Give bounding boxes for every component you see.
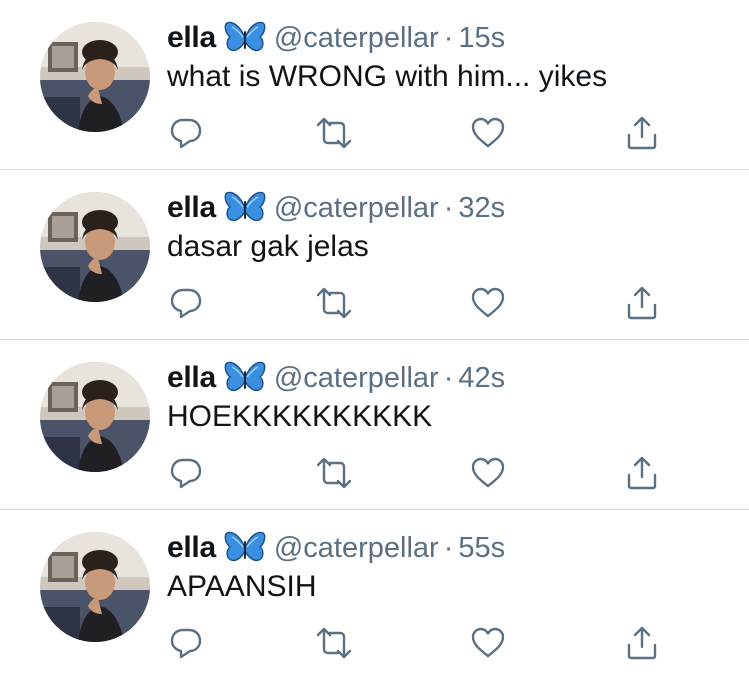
heart-icon	[471, 287, 505, 318]
reply-button[interactable]	[168, 625, 204, 661]
retweet-icon	[316, 457, 352, 489]
like-button[interactable]	[470, 115, 506, 151]
display-name[interactable]: ella	[167, 21, 216, 55]
reply-button[interactable]	[168, 455, 204, 491]
tweet[interactable]: ella @caterpellar · 42s HOEKKKKKKKKKK	[0, 340, 749, 510]
separator-dot: ·	[443, 361, 454, 394]
action-bar	[168, 625, 668, 665]
butterfly-icon	[224, 191, 266, 225]
action-bar	[168, 455, 668, 495]
reply-button[interactable]	[168, 115, 204, 151]
display-name[interactable]: ella	[167, 361, 216, 395]
tweet[interactable]: ella @caterpellar · 32s dasar gak jelas	[0, 170, 749, 340]
butterfly-icon	[224, 361, 266, 395]
retweet-button[interactable]	[316, 455, 352, 491]
reply-icon	[170, 288, 202, 319]
action-bar	[168, 115, 668, 155]
tweet[interactable]: ella @caterpellar · 55s APAANSIH	[0, 510, 749, 677]
tweet-header: ella @caterpellar · 42s	[167, 358, 505, 398]
share-icon	[627, 456, 657, 490]
reply-button[interactable]	[168, 285, 204, 321]
like-button[interactable]	[470, 285, 506, 321]
share-button[interactable]	[624, 285, 660, 321]
timestamp[interactable]: 55s	[458, 532, 505, 565]
action-bar	[168, 285, 668, 325]
reply-icon	[170, 628, 202, 659]
retweet-icon	[316, 627, 352, 659]
user-handle[interactable]: @caterpellar	[274, 532, 439, 565]
tweet-header: ella @caterpellar · 15s	[167, 18, 505, 58]
share-button[interactable]	[624, 115, 660, 151]
avatar[interactable]	[40, 532, 150, 642]
separator-dot: ·	[443, 531, 454, 564]
retweet-button[interactable]	[316, 285, 352, 321]
avatar[interactable]	[40, 192, 150, 302]
timestamp[interactable]: 32s	[458, 192, 505, 225]
user-handle[interactable]: @caterpellar	[274, 362, 439, 395]
retweet-button[interactable]	[316, 625, 352, 661]
display-name[interactable]: ella	[167, 531, 216, 565]
timestamp[interactable]: 15s	[458, 22, 505, 55]
tweet-header: ella @caterpellar · 55s	[167, 528, 505, 568]
avatar[interactable]	[40, 362, 150, 472]
reply-icon	[170, 118, 202, 149]
user-handle[interactable]: @caterpellar	[274, 22, 439, 55]
butterfly-icon	[224, 21, 266, 55]
tweet-text: dasar gak jelas	[167, 230, 369, 263]
tweet-text: APAANSIH	[167, 570, 317, 603]
tweet[interactable]: ella @caterpellar · 15s what is WRONG wi…	[0, 0, 749, 170]
heart-icon	[471, 117, 505, 148]
heart-icon	[471, 457, 505, 488]
tweet-text: what is WRONG with him... yikes	[167, 60, 608, 93]
reply-icon	[170, 458, 202, 489]
retweet-button[interactable]	[316, 115, 352, 151]
heart-icon	[471, 627, 505, 658]
separator-dot: ·	[443, 21, 454, 54]
tweet-text: HOEKKKKKKKKKK	[167, 400, 433, 433]
retweet-icon	[316, 117, 352, 149]
user-handle[interactable]: @caterpellar	[274, 192, 439, 225]
share-icon	[627, 286, 657, 320]
tweet-feed: ella @caterpellar · 15s what is WRONG wi…	[0, 0, 749, 677]
share-icon	[627, 626, 657, 660]
timestamp[interactable]: 42s	[458, 362, 505, 395]
display-name[interactable]: ella	[167, 191, 216, 225]
retweet-icon	[316, 287, 352, 319]
share-button[interactable]	[624, 625, 660, 661]
share-icon	[627, 116, 657, 150]
tweet-header: ella @caterpellar · 32s	[167, 188, 505, 228]
like-button[interactable]	[470, 625, 506, 661]
share-button[interactable]	[624, 455, 660, 491]
like-button[interactable]	[470, 455, 506, 491]
butterfly-icon	[224, 531, 266, 565]
separator-dot: ·	[443, 191, 454, 224]
avatar[interactable]	[40, 22, 150, 132]
